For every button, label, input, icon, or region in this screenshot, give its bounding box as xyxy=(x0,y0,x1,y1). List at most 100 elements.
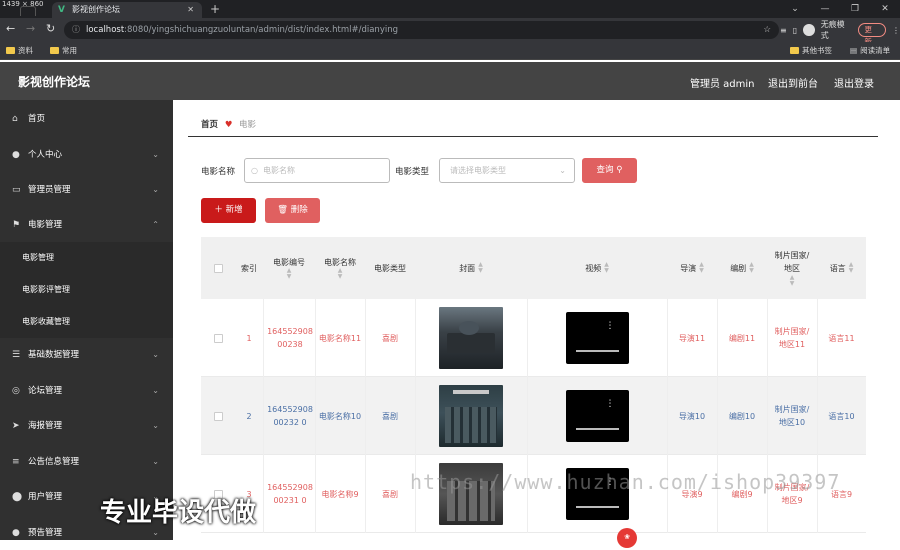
cover-image[interactable] xyxy=(439,307,503,369)
column-header[interactable]: 编剧 ▲ ▼ xyxy=(717,237,767,299)
name-search-input[interactable]: ○ 电影名称 xyxy=(244,158,390,183)
browser-tab[interactable]: V 影视创作论坛 ✕ xyxy=(52,2,202,18)
other-bookmarks[interactable]: 其他书签 xyxy=(790,45,832,56)
name-cell: 电影名称10 xyxy=(318,411,362,421)
sidebar-item-basedata[interactable]: ☰ 基础数据管理 ⌄ xyxy=(0,338,173,372)
new-tab-icon[interactable]: + xyxy=(210,0,220,18)
restore-icon[interactable]: ❐ xyxy=(840,0,870,18)
reading-list[interactable]: ▤ 阅读清单 xyxy=(850,45,890,56)
sidebar-item-posters[interactable]: ➤ 海报管理 ⌄ xyxy=(0,409,173,443)
browser-tools: ≡ ▯ 无痕模式 更新 ⋮ xyxy=(780,20,900,46)
bookmark-folder[interactable]: 常用 xyxy=(50,45,77,56)
sidebar-subitem-movie-manage[interactable]: 电影管理 xyxy=(0,242,173,274)
address-bar: ← → ↻ ⓘ localhost:8080/yingshichuangzuol… xyxy=(0,18,900,46)
divider xyxy=(188,136,878,137)
sidebar-item-label: 预告管理 xyxy=(28,528,63,538)
more-options-icon[interactable]: ⋮ xyxy=(606,400,615,409)
url-field[interactable]: ⓘ localhost:8080/yingshichuangzuoluntan/… xyxy=(64,21,779,39)
send-icon: ➤ xyxy=(12,421,20,431)
more-options-icon[interactable]: ⋮ xyxy=(606,322,615,331)
sort-icon[interactable]: ▲ ▼ xyxy=(849,262,854,274)
bookmarks-bar: 资料 常用 其他书签 ▤ 阅读清单 xyxy=(0,42,900,60)
column-header[interactable]: 语言 ▲ ▼ xyxy=(817,237,866,299)
search-icon: ○ xyxy=(251,166,258,175)
writer-cell: 编剧9 xyxy=(731,489,753,499)
info-icon[interactable]: ⓘ xyxy=(72,21,80,39)
column-header[interactable]: 电影编号 ▲ ▼ xyxy=(263,237,315,299)
cover-image[interactable] xyxy=(439,385,503,447)
video-cell: ⋮ xyxy=(527,455,667,533)
sidebar-subitem-reviews[interactable]: 电影影评管理 xyxy=(0,274,173,306)
sidebar-item-forum[interactable]: ◎ 论坛管理 ⌄ xyxy=(0,374,173,408)
row-checkbox[interactable] xyxy=(213,333,223,343)
minimize-icon[interactable]: — xyxy=(810,0,840,18)
delete-button[interactable]: 🗑 删除 xyxy=(265,198,320,223)
back-to-front-link[interactable]: 退出到前台 xyxy=(768,75,818,90)
type-select[interactable]: 请选择电影类型 ⌄ xyxy=(439,158,575,183)
table-row[interactable]: 3 16455290800231 0 电影名称9 喜剧 ⋮ 导演9 编剧9 制片… xyxy=(201,455,866,533)
sort-icon[interactable]: ▲ ▼ xyxy=(749,262,754,274)
type-placeholder: 请选择电影类型 xyxy=(450,166,506,175)
column-header[interactable]: 导演 ▲ ▼ xyxy=(667,237,717,299)
video-player[interactable]: ⋮ xyxy=(565,390,629,442)
app-header: 影视创作论坛 管理员 admin 退出到前台 退出登录 xyxy=(0,62,900,100)
sidebar-item-profile[interactable]: ● 个人中心 ⌄ xyxy=(0,138,173,172)
progress-bar[interactable] xyxy=(575,350,619,352)
reading-mode-icon[interactable]: ≡ xyxy=(780,26,787,35)
column-header[interactable]: 视频 ▲ ▼ xyxy=(527,237,667,299)
progress-bar[interactable] xyxy=(575,506,619,508)
sidebar-item-home[interactable]: ⌂ 首页 xyxy=(0,102,173,136)
forward-icon[interactable]: → xyxy=(26,22,35,35)
add-button-label: 新增 xyxy=(225,205,243,215)
close-tab-icon[interactable]: ✕ xyxy=(187,2,194,18)
sidebar-item-label: 个人中心 xyxy=(28,150,63,160)
country-cell: 制片国家/地区11 xyxy=(774,327,810,349)
column-label: 电影编号 xyxy=(273,257,305,267)
sidebar-subitem-favorites[interactable]: 电影收藏管理 xyxy=(0,306,173,338)
more-icon[interactable]: ⋮ xyxy=(892,26,900,35)
row-checkbox[interactable] xyxy=(213,411,223,421)
table-row[interactable]: 2 16455290800232 0 电影名称10 喜剧 ⋮ 导演10 编剧10… xyxy=(201,377,866,455)
sort-icon[interactable]: ▲ ▼ xyxy=(478,262,483,274)
type-cell: 喜剧 xyxy=(382,411,398,421)
url-path: :8080/yingshichuangzuoluntan/admin/dist/… xyxy=(124,25,398,35)
search-button[interactable]: 查询 ⚲ xyxy=(582,158,637,183)
sort-icon[interactable]: ▲ ▼ xyxy=(604,262,609,274)
reload-icon[interactable]: ↻ xyxy=(46,22,55,35)
sort-icon[interactable]: ▲ ▼ xyxy=(287,267,292,280)
column-header: 电影类型 xyxy=(365,237,415,299)
floating-badge-icon[interactable]: ❀ xyxy=(617,528,637,548)
column-header[interactable]: 制片国家/地区 ▲ ▼ xyxy=(767,237,817,299)
update-button[interactable]: 更新 xyxy=(857,23,887,46)
brand-title: 影视创作论坛 xyxy=(18,75,91,89)
row-select-cell xyxy=(201,377,235,455)
chevron-down-icon: ⌄ xyxy=(152,185,159,194)
bookmark-folder[interactable]: 资料 xyxy=(6,45,33,56)
sidepanel-icon[interactable]: ▯ xyxy=(793,26,797,35)
video-player[interactable]: ⋮ xyxy=(565,312,629,364)
sidebar-item-notices[interactable]: ≡ 公告信息管理 ⌄ xyxy=(0,445,173,479)
sidebar-item-admin[interactable]: ▭ 管理员管理 ⌄ xyxy=(0,173,173,207)
star-icon[interactable]: ☆ xyxy=(763,21,771,39)
logout-link[interactable]: 退出登录 xyxy=(834,75,874,90)
column-header[interactable]: 电影名称 ▲ ▼ xyxy=(315,237,365,299)
close-window-icon[interactable]: ✕ xyxy=(870,0,900,18)
select-all-checkbox[interactable] xyxy=(213,263,223,273)
name-cell: 电影名称11 xyxy=(318,333,362,343)
column-header[interactable]: 封面 ▲ ▼ xyxy=(415,237,527,299)
sidebar-item-label: 管理员管理 xyxy=(28,185,71,195)
chevron-up-icon: ⌃ xyxy=(152,220,159,229)
url-host: localhost xyxy=(86,25,125,35)
table-row[interactable]: 1 16455290800238 电影名称11 喜剧 ⋮ 导演11 编剧11 制… xyxy=(201,299,866,377)
sidebar-item-movies[interactable]: ⚑ 电影管理 ⌃ xyxy=(0,208,173,242)
progress-bar[interactable] xyxy=(575,428,619,430)
sort-icon[interactable]: ▲ ▼ xyxy=(790,275,795,287)
sort-icon[interactable]: ▲ ▼ xyxy=(338,267,343,280)
sidebar-subitem-label: 电影影评管理 xyxy=(22,285,70,294)
breadcrumb-home[interactable]: 首页 xyxy=(201,120,218,130)
previous-tab[interactable] xyxy=(20,6,36,16)
sort-icon[interactable]: ▲ ▼ xyxy=(699,262,704,274)
back-icon[interactable]: ← xyxy=(6,22,15,35)
add-button[interactable]: ＋ 新增 xyxy=(201,198,256,223)
chevron-down-icon[interactable]: ⌄ xyxy=(780,0,810,18)
